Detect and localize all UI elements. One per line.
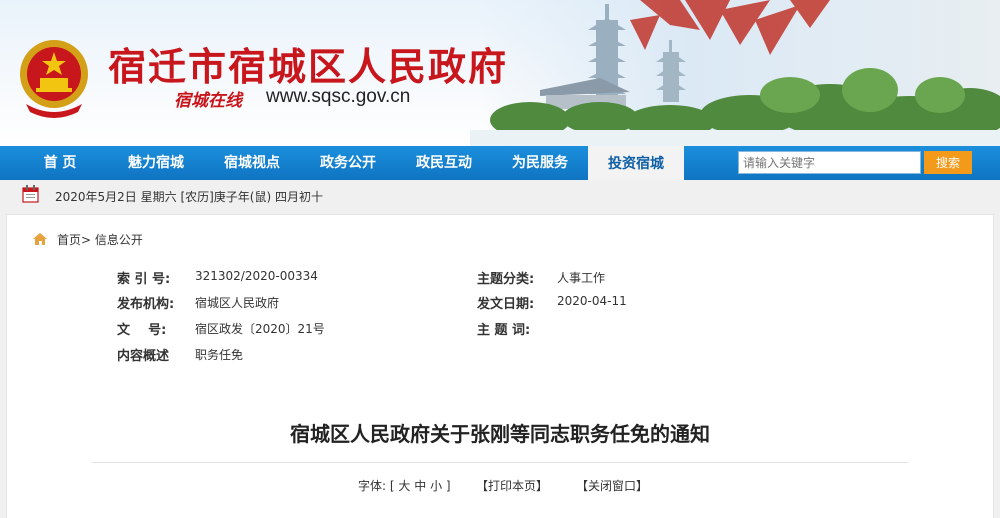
nav-item-news[interactable]: 宿城视点 [204, 146, 300, 180]
print-page-button[interactable]: 【打印本页】 [476, 477, 548, 494]
document-title: 宿城区人民政府关于张刚等同志职务任免的通知 [290, 422, 710, 446]
breadcrumb-current[interactable]: 信息公开 [95, 233, 143, 247]
keywords-label: 主 题 词: [477, 323, 531, 338]
font-size-close: ] [445, 479, 451, 493]
search-button[interactable]: 搜索 [924, 151, 972, 174]
nav-item-charm[interactable]: 魅力宿城 [108, 146, 204, 180]
nav-item-services[interactable]: 为民服务 [492, 146, 588, 180]
header-banner: 宿迁市宿城区人民政府 宿城在线 www.sqsc.gov.cn [0, 0, 1000, 146]
publisher-value: 宿城区人民政府 [195, 296, 280, 310]
font-medium-button[interactable]: 中 [414, 479, 426, 493]
issue-date-label: 发文日期: [477, 297, 535, 312]
breadcrumb: 首页> 信息公开 [57, 231, 143, 248]
nav-item-interaction[interactable]: 政民互动 [396, 146, 492, 180]
font-size-label: 字体: [ [358, 479, 395, 493]
summary-value: 职务任免 [195, 348, 244, 362]
font-size-controls: 字体: [ 大 中 小 ] [358, 477, 451, 494]
nav-item-investment[interactable]: 投资宿城 [588, 146, 684, 180]
national-emblem-icon [20, 40, 88, 118]
index-no-value: 321302/2020-00334 [195, 269, 318, 283]
font-small-button[interactable]: 小 [430, 479, 442, 493]
home-icon[interactable] [32, 232, 48, 246]
nav-item-home[interactable]: 首 页 [12, 146, 108, 180]
content-card [6, 214, 994, 518]
font-large-button[interactable]: 大 [398, 479, 410, 493]
category-label: 主题分类: [477, 272, 535, 287]
search-input[interactable] [738, 151, 921, 174]
banner-scenery-image [470, 0, 1000, 146]
site-url: www.sqsc.gov.cn [266, 86, 411, 107]
calendar-icon [22, 185, 39, 203]
publisher-label: 发布机构: [117, 297, 175, 312]
nav-item-gov-affairs[interactable]: 政务公开 [300, 146, 396, 180]
breadcrumb-home-link[interactable]: 首页> [57, 233, 91, 247]
doc-no-label: 文 号: [117, 323, 167, 338]
doc-no-value: 宿区政发〔2020〕21号 [195, 322, 325, 336]
close-window-button[interactable]: 【关闭窗口】 [576, 477, 648, 494]
sub-logo-text: 宿城在线 [174, 91, 242, 111]
category-value: 人事工作 [557, 271, 606, 285]
site-title: 宿迁市宿城区人民政府 [108, 44, 509, 89]
title-divider [92, 462, 908, 463]
current-date: 2020年5月2日 星期六 [农历]庚子年(鼠) 四月初十 [55, 190, 323, 204]
summary-label: 内容概述 [117, 349, 170, 364]
issue-date-value: 2020-04-11 [557, 294, 627, 308]
index-no-label: 索 引 号: [117, 272, 171, 287]
